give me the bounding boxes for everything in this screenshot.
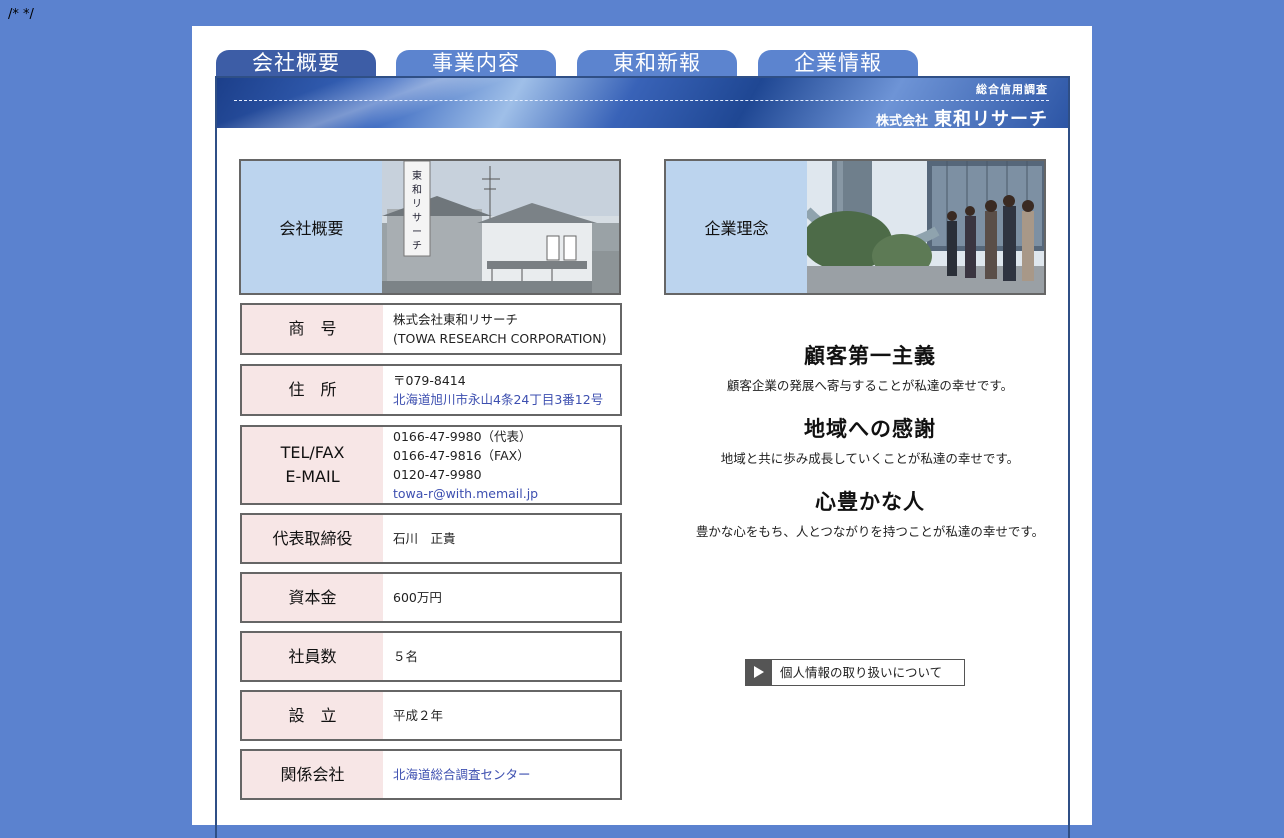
label-tel-fax: TEL/FAX <box>280 443 345 462</box>
corner-text: /* */ <box>8 7 34 22</box>
page-container: 会社概要 事業内容 東和新報 企業情報 総合信用調査 株式会社 東和リサーチ 会社… <box>192 26 1092 838</box>
corporate-philosophy-header: 企業理念 <box>664 159 1046 295</box>
row-label: 社員数 <box>242 633 383 680</box>
motto-customer-first: 顧客第一主義 顧客企業の発展へ寄与することが私達の幸せです。 <box>667 340 1073 394</box>
office-building-photo: 東 和 リ サ ー チ <box>382 161 619 293</box>
label-email: E-MAIL <box>285 467 340 486</box>
row-value: 〒079-8414 北海道旭川市永山4条24丁目3番12号 <box>393 366 616 414</box>
row-label: 住 所 <box>242 366 383 414</box>
svg-text:サ: サ <box>412 212 422 224</box>
svg-text:ー: ー <box>412 227 422 238</box>
email-link[interactable]: towa-r@with.memail.jp <box>393 484 616 503</box>
svg-text:和: 和 <box>412 184 422 196</box>
banner-company-name: 株式会社 東和リサーチ <box>876 105 1048 128</box>
content-frame: 総合信用調査 株式会社 東和リサーチ 会社概要 東 和 リ サ ー チ 企業理念… <box>215 76 1070 838</box>
capital-amount: 600万円 <box>393 590 442 605</box>
banner-corp-name: 東和リサーチ <box>934 109 1048 128</box>
city-street-photo <box>807 161 1044 293</box>
svg-text:チ: チ <box>412 240 422 252</box>
header-banner: 総合信用調査 株式会社 東和リサーチ <box>217 78 1068 128</box>
row-value: ５名 <box>393 633 616 680</box>
tab-corporate-info[interactable]: 企業情報 <box>758 50 918 77</box>
employee-count: ５名 <box>393 649 419 664</box>
affiliate-link[interactable]: 北海道総合調査センター <box>393 765 616 784</box>
tab-company-overview[interactable]: 会社概要 <box>216 50 376 77</box>
row-value: 石川 正貴 <box>393 515 616 562</box>
svg-text:東: 東 <box>412 169 422 182</box>
address-link[interactable]: 北海道旭川市永山4条24丁目3番12号 <box>393 390 616 409</box>
motto-heading: 顧客第一主義 <box>804 343 936 368</box>
banner-subtitle: 総合信用調査 <box>976 83 1048 96</box>
company-name-jp: 株式会社東和リサーチ <box>393 312 519 327</box>
row-address: 住 所 〒079-8414 北海道旭川市永山4条24丁目3番12号 <box>240 364 622 416</box>
row-value: 0166-47-9980（代表） 0166-47-9816（FAX） 0120-… <box>393 427 616 503</box>
postal-code: 〒079-8414 <box>393 373 466 388</box>
row-label: 関係会社 <box>242 751 383 798</box>
tab-business[interactable]: 事業内容 <box>396 50 556 77</box>
row-contact: TEL/FAX E-MAIL 0166-47-9980（代表） 0166-47-… <box>240 425 622 505</box>
privacy-policy-button[interactable]: 個人情報の取り扱いについて <box>745 659 965 686</box>
row-value: 北海道総合調査センター <box>393 751 616 798</box>
row-representative: 代表取締役 石川 正貴 <box>240 513 622 564</box>
play-arrow-icon <box>746 660 772 685</box>
banner-corp-prefix: 株式会社 <box>875 114 928 128</box>
row-capital: 資本金 600万円 <box>240 572 622 623</box>
row-label: 商 号 <box>242 305 383 353</box>
motto-rich-heart: 心豊かな人 豊かな心をもち、人とつながりを持つことが私達の幸せです。 <box>667 486 1073 540</box>
row-label: 代表取締役 <box>242 515 383 562</box>
motto-text: 顧客企業の発展へ寄与することが私達の幸せです。 <box>726 378 1014 393</box>
row-company-name: 商 号 株式会社東和リサーチ (TOWA RESEARCH CORPORATIO… <box>240 303 622 355</box>
toll-free-number: 0120-47-9980 <box>393 467 482 482</box>
representative-name: 石川 正貴 <box>393 531 456 546</box>
row-employees: 社員数 ５名 <box>240 631 622 682</box>
corporate-philosophy-title: 企業理念 <box>704 219 769 238</box>
banner-divider <box>234 100 1049 101</box>
row-label: TEL/FAX E-MAIL <box>242 427 383 503</box>
row-affiliate: 関係会社 北海道総合調査センター <box>240 749 622 800</box>
row-label: 資本金 <box>242 574 383 621</box>
company-overview-header: 会社概要 東 和 リ サ ー チ <box>239 159 621 295</box>
tel-main: 0166-47-9980（代表） <box>393 429 532 444</box>
company-overview-title: 会社概要 <box>279 219 344 238</box>
privacy-policy-label: 個人情報の取り扱いについて <box>780 665 943 680</box>
company-name-en: (TOWA RESEARCH CORPORATION) <box>393 331 607 346</box>
row-label: 設 立 <box>242 692 383 739</box>
founded-year: 平成２年 <box>393 708 444 723</box>
tab-towa-news[interactable]: 東和新報 <box>577 50 737 77</box>
row-founded: 設 立 平成２年 <box>240 690 622 741</box>
fax-number: 0166-47-9816（FAX） <box>393 448 530 463</box>
row-value: 平成２年 <box>393 692 616 739</box>
row-value: 株式会社東和リサーチ (TOWA RESEARCH CORPORATION) <box>393 305 616 353</box>
row-value: 600万円 <box>393 574 616 621</box>
motto-heading: 心豊かな人 <box>815 489 925 514</box>
svg-text:リ: リ <box>412 199 422 210</box>
motto-text: 豊かな心をもち、人とつながりを持つことが私達の幸せです。 <box>695 524 1045 539</box>
motto-text: 地域と共に歩み成長していくことが私達の幸せです。 <box>720 451 1020 466</box>
motto-heading: 地域への感謝 <box>804 416 936 441</box>
motto-community-gratitude: 地域への感謝 地域と共に歩み成長していくことが私達の幸せです。 <box>667 413 1073 467</box>
